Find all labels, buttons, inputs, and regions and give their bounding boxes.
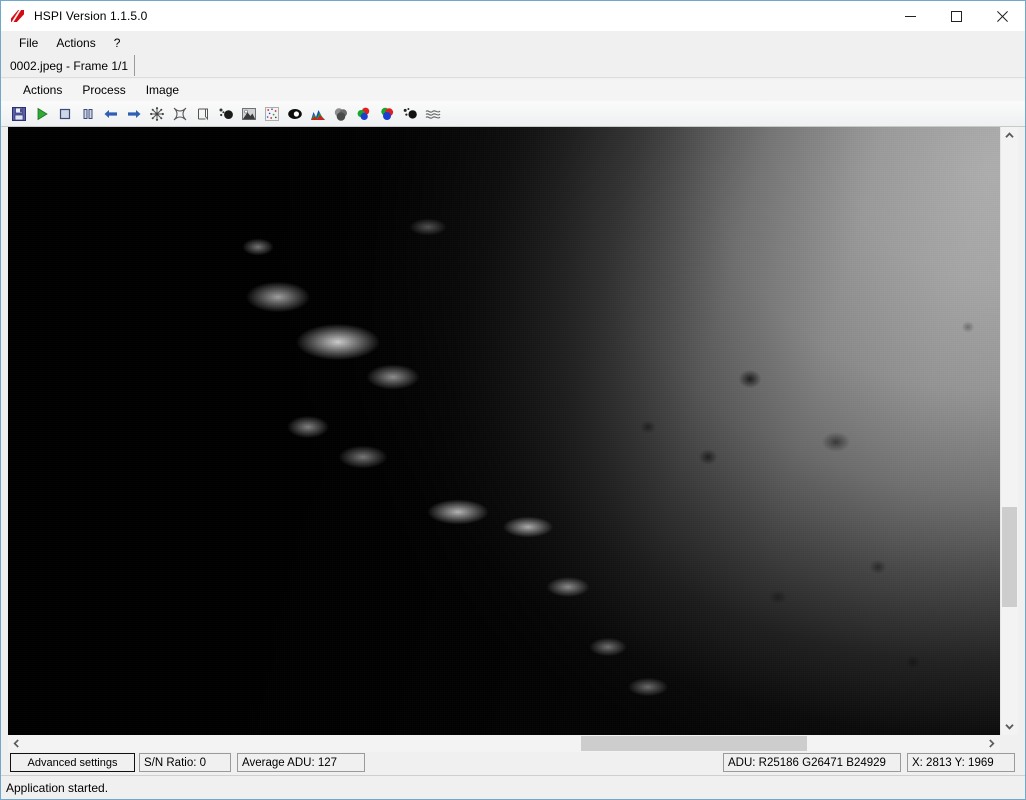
speckle-square-icon <box>265 106 279 121</box>
stop-icon <box>59 108 71 119</box>
lunar-terminator-image <box>8 127 1000 735</box>
scroll-down-button[interactable] <box>1001 718 1018 735</box>
menu-item-actions[interactable]: Actions <box>47 34 104 53</box>
scroll-up-button[interactable] <box>1001 127 1018 144</box>
window-controls <box>887 1 1025 31</box>
document-menu-bar: Actions Process Image <box>1 79 1025 101</box>
hspi-main-window: HSPI Version 1.1.5.0 File Actions ? 0002… <box>0 0 1026 800</box>
maximize-icon <box>950 10 962 22</box>
tab-strip: 0002.jpeg - Frame 1/1 <box>1 55 1025 78</box>
menu-item-doc-image[interactable]: Image <box>138 81 191 100</box>
vertical-scrollbar-thumb[interactable] <box>1002 507 1017 607</box>
toolbar-contrast-button[interactable] <box>284 103 306 125</box>
toolbar-pause-button[interactable] <box>77 103 99 125</box>
toolbar-color-balance-button[interactable] <box>376 103 398 125</box>
status-bar: Application started. <box>1 775 1025 799</box>
menu-item-doc-process[interactable]: Process <box>74 81 137 100</box>
toolbar-next-button[interactable] <box>123 103 145 125</box>
minimize-button[interactable] <box>887 1 933 31</box>
vertical-scrollbar[interactable] <box>1000 127 1018 735</box>
menu-item-file[interactable]: File <box>10 34 47 53</box>
histogram-icon <box>311 109 325 120</box>
chevron-up-icon <box>1005 132 1014 138</box>
tab-label: 0002.jpeg - Frame 1/1 <box>10 58 129 73</box>
window-title: HSPI Version 1.1.5.0 <box>34 9 148 23</box>
adu-rgb-field: ADU: R25186 G26471 B24929 <box>723 753 901 772</box>
noise-dots-icon <box>219 108 233 119</box>
contrast-eye-icon <box>288 108 302 119</box>
chevron-down-icon <box>1005 724 1014 730</box>
rgb-venn-icon <box>381 107 394 120</box>
rgb-stack-icon <box>357 107 370 120</box>
horizontal-scrollbar[interactable] <box>8 735 1000 752</box>
arrow-right-icon <box>128 109 141 118</box>
wave-lines-icon <box>425 109 441 119</box>
toolbar-hot-pixel-button[interactable] <box>215 103 237 125</box>
cursor-coordinates-field: X: 2813 Y: 1969 <box>907 753 1015 772</box>
menu-bar: File Actions ? <box>1 32 1025 54</box>
advanced-settings-button[interactable]: Advanced settings <box>10 753 135 772</box>
mountain-sky-icon <box>242 107 256 120</box>
toolbar-gradient-removal-button[interactable] <box>238 103 260 125</box>
dot-cluster-icon <box>403 107 417 119</box>
chevron-left-icon <box>13 739 19 748</box>
horizontal-scrollbar-thumb[interactable] <box>581 736 807 751</box>
toolbar-save-button[interactable] <box>8 103 30 125</box>
title-bar: HSPI Version 1.1.5.0 <box>1 1 1025 31</box>
average-adu-field: Average ADU: 127 <box>237 753 365 772</box>
toolbar-levels-button[interactable] <box>330 103 352 125</box>
toolbar-wavelets-button[interactable] <box>422 103 444 125</box>
scroll-right-button[interactable] <box>983 735 1000 752</box>
toolbar-bias-frame-button[interactable] <box>192 103 214 125</box>
tab-frame-0002[interactable]: 0002.jpeg - Frame 1/1 <box>6 55 136 76</box>
toolbar-previous-button[interactable] <box>100 103 122 125</box>
pause-icon <box>83 108 93 119</box>
menu-item-help[interactable]: ? <box>105 34 130 53</box>
close-button[interactable] <box>979 1 1025 31</box>
maximize-button[interactable] <box>933 1 979 31</box>
status-message: Application started. <box>6 780 109 795</box>
flag-icon <box>198 108 208 120</box>
play-icon <box>37 107 48 120</box>
chevron-right-icon <box>989 739 995 748</box>
star-pinch-icon <box>173 107 187 120</box>
scroll-left-button[interactable] <box>8 735 25 752</box>
toolbar-dark-frame-button[interactable] <box>146 103 168 125</box>
minimize-icon <box>904 15 916 17</box>
toolbar-flat-field-button[interactable] <box>169 103 191 125</box>
info-bar: Advanced settings S/N Ratio: 0 Average A… <box>1 752 1025 776</box>
image-viewport[interactable] <box>8 127 1000 735</box>
toolbar-play-button[interactable] <box>31 103 53 125</box>
save-icon <box>12 106 26 121</box>
toolbar-noise-reduction-button[interactable] <box>261 103 283 125</box>
toolbar-star-detect-button[interactable] <box>399 103 421 125</box>
toolbar-histogram-button[interactable] <box>307 103 329 125</box>
arrow-left-icon <box>104 109 117 118</box>
toolbar <box>1 101 1025 127</box>
menu-item-doc-actions[interactable]: Actions <box>15 81 74 100</box>
sn-ratio-field: S/N Ratio: 0 <box>139 753 231 772</box>
snowflake-icon <box>150 106 164 121</box>
toolbar-rgb-align-button[interactable] <box>353 103 375 125</box>
close-icon <box>996 10 1008 22</box>
hspi-logo-icon <box>10 8 26 24</box>
toolbar-stop-button[interactable] <box>54 103 76 125</box>
gray-blobs-icon <box>334 107 347 121</box>
